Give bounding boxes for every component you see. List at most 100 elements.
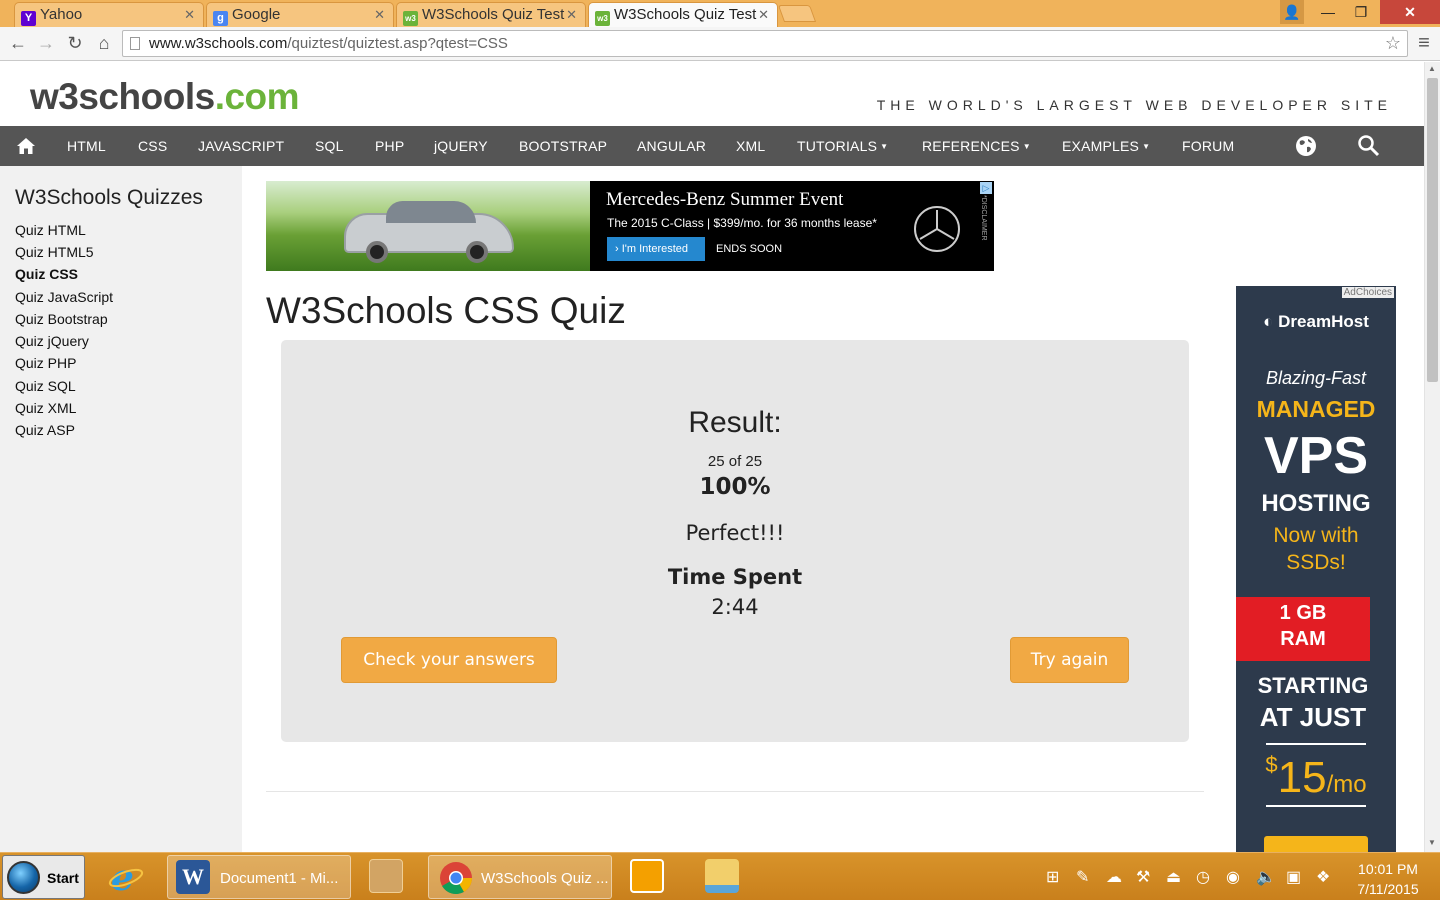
- handshake-app-icon[interactable]: [369, 859, 403, 893]
- nav-examples[interactable]: EXAMPLES ▼: [1062, 126, 1150, 166]
- check-answers-button[interactable]: Check your answers: [341, 637, 557, 683]
- ad-interested-button[interactable]: › I'm Interested: [607, 237, 705, 261]
- close-tab-icon[interactable]: ✕: [758, 7, 769, 23]
- bookmark-star-icon[interactable]: ☆: [1385, 31, 1401, 56]
- sidebar-item-quiz-html5[interactable]: Quiz HTML5: [15, 244, 94, 260]
- outlook-icon[interactable]: [630, 859, 664, 893]
- ad-line-hosting: HOSTING: [1261, 490, 1371, 517]
- nav-forum[interactable]: FORUM: [1182, 126, 1234, 166]
- home-icon[interactable]: [16, 136, 36, 156]
- search-icon[interactable]: [1357, 134, 1381, 158]
- maximize-button[interactable]: ❐: [1346, 0, 1376, 24]
- address-bar[interactable]: www.w3schools.com/quiztest/quiztest.asp?…: [122, 30, 1408, 57]
- clock-date: 7/11/2015: [1357, 881, 1419, 897]
- tab-label: W3Schools Quiz Test: [614, 6, 757, 23]
- sidebar-item-quiz-html[interactable]: Quiz HTML: [15, 222, 86, 238]
- yahoo-favicon-icon: Y: [21, 11, 36, 26]
- ad-line-now-with: Now with: [1273, 524, 1359, 547]
- network-icon[interactable]: ▣: [1286, 867, 1301, 887]
- back-arrow-icon[interactable]: ←: [6, 31, 30, 55]
- sidebar-item-quiz-xml[interactable]: Quiz XML: [15, 400, 76, 416]
- cloud-icon[interactable]: ☁: [1106, 867, 1122, 887]
- reload-icon[interactable]: ↻: [63, 31, 87, 55]
- ad-cta-button[interactable]: [1264, 836, 1368, 852]
- dreamhost-brand: ◐ DreamHost: [1236, 312, 1396, 332]
- tab-label: Google: [232, 6, 281, 23]
- windows-taskbar: Start e W Document1 - Mi... W3Schools Qu…: [0, 852, 1440, 900]
- tab-yahoo[interactable]: Y Yahoo ✕: [14, 2, 204, 27]
- ad-line-managed: MANAGED: [1256, 396, 1376, 422]
- nav-jquery[interactable]: jQUERY: [434, 126, 488, 166]
- nav-xml[interactable]: XML: [736, 126, 765, 166]
- close-tab-icon[interactable]: ✕: [184, 7, 195, 23]
- network-share-icon[interactable]: ⚒: [1136, 867, 1150, 887]
- nav-tutorials-label: TUTORIALS: [797, 138, 878, 154]
- globe-icon[interactable]: [1294, 134, 1318, 158]
- minimize-button[interactable]: —: [1314, 0, 1342, 24]
- sidebar-item-quiz-bootstrap[interactable]: Quiz Bootstrap: [15, 311, 108, 327]
- nav-bootstrap[interactable]: BOOTSTRAP: [519, 126, 607, 166]
- browser-tab-strip: Y Yahoo ✕ g Google ✕ w3 W3Schools Quiz Test…: [0, 0, 1440, 27]
- ad-subline: The 2015 C-Class | $399/mo. for 36 month…: [607, 216, 877, 230]
- volume-icon[interactable]: 🔈: [1256, 867, 1276, 887]
- ad-divider: [1266, 743, 1366, 745]
- sidebar-item-quiz-sql[interactable]: Quiz SQL: [15, 378, 76, 394]
- scroll-up-icon[interactable]: ▲: [1428, 64, 1436, 73]
- word-icon: W: [176, 860, 210, 894]
- close-tab-icon[interactable]: ✕: [566, 7, 577, 23]
- usb-icon[interactable]: ⏏: [1166, 867, 1181, 887]
- system-clock[interactable]: 10:01 PM 7/11/2015: [1348, 859, 1428, 899]
- taskbar-word-label: Document1 - Mi...: [220, 870, 339, 887]
- w3schools-favicon-icon: w3: [403, 11, 418, 26]
- nav-javascript[interactable]: JAVASCRIPT: [198, 126, 284, 166]
- home-icon[interactable]: ⌂: [92, 31, 116, 55]
- forward-arrow-icon[interactable]: →: [34, 31, 58, 55]
- menu-icon[interactable]: ≡: [1412, 31, 1436, 55]
- adchoices-icon[interactable]: ▷: [980, 182, 992, 194]
- tray-app-icon[interactable]: ✎: [1076, 867, 1089, 887]
- tab-w3schools-quiz-1[interactable]: w3 W3Schools Quiz Test ✕: [396, 2, 586, 27]
- ad-car-wheel: [466, 241, 488, 263]
- sidebar-item-quiz-jquery[interactable]: Quiz jQuery: [15, 333, 89, 349]
- sidebar-item-quiz-asp[interactable]: Quiz ASP: [15, 422, 75, 438]
- dropbox-icon[interactable]: ❖: [1316, 867, 1330, 887]
- nav-angular[interactable]: ANGULAR: [637, 126, 706, 166]
- clock-app-icon[interactable]: ◷: [1196, 867, 1210, 887]
- tray-orange-icon[interactable]: ◉: [1226, 867, 1240, 887]
- page-scrollbar[interactable]: ▲ ▼: [1424, 62, 1440, 852]
- nav-html[interactable]: HTML: [67, 126, 106, 166]
- close-tab-icon[interactable]: ✕: [374, 7, 385, 23]
- close-window-button[interactable]: ✕: [1380, 0, 1440, 24]
- sidebar-title: W3Schools Quizzes: [15, 186, 203, 209]
- nav-php[interactable]: PHP: [375, 126, 404, 166]
- scroll-down-icon[interactable]: ▼: [1428, 838, 1436, 847]
- adchoices-label[interactable]: AdChoices: [1341, 287, 1394, 298]
- tab-w3schools-quiz-2[interactable]: w3 W3Schools Quiz Test ✕: [588, 2, 778, 27]
- nav-tutorials[interactable]: TUTORIALS ▼: [797, 126, 888, 166]
- action-center-icon[interactable]: ⊞: [1046, 867, 1059, 887]
- taskbar-item-chrome[interactable]: W3Schools Quiz ...: [428, 855, 612, 899]
- mercedes-banner-ad[interactable]: Mercedes-Benz Summer Event The 2015 C-Cl…: [266, 181, 994, 271]
- sidebar-item-quiz-javascript[interactable]: Quiz JavaScript: [15, 289, 113, 305]
- browser-toolbar: ← → ↻ ⌂ www.w3schools.com/quiztest/quizt…: [0, 27, 1440, 61]
- nav-references[interactable]: REFERENCES ▼: [922, 126, 1031, 166]
- taskbar-item-word[interactable]: W Document1 - Mi...: [167, 855, 351, 899]
- caret-down-icon: ▼: [1022, 142, 1031, 151]
- scrollbar-thumb[interactable]: [1427, 78, 1438, 382]
- file-explorer-icon[interactable]: [705, 859, 739, 893]
- w3schools-logo[interactable]: w3schools.com: [30, 76, 300, 118]
- profile-icon[interactable]: 👤: [1280, 0, 1304, 24]
- content-divider: [266, 791, 1204, 792]
- ad-disclaimer[interactable]: *DISCLAIMER: [980, 195, 987, 241]
- start-button[interactable]: Start: [2, 855, 85, 899]
- result-score: 25 of 25: [707, 453, 763, 470]
- sidebar-item-quiz-css[interactable]: Quiz CSS: [15, 266, 78, 282]
- sidebar-item-quiz-php[interactable]: Quiz PHP: [15, 355, 76, 371]
- nav-css[interactable]: CSS: [138, 126, 167, 166]
- tab-google[interactable]: g Google ✕: [206, 2, 394, 27]
- nav-sql[interactable]: SQL: [315, 126, 344, 166]
- new-tab-button[interactable]: [777, 5, 817, 22]
- internet-explorer-icon[interactable]: e: [108, 857, 144, 899]
- dreamhost-side-ad[interactable]: AdChoices ◐ DreamHost Blazing-Fast MANAG…: [1236, 286, 1396, 852]
- try-again-button[interactable]: Try again: [1010, 637, 1129, 683]
